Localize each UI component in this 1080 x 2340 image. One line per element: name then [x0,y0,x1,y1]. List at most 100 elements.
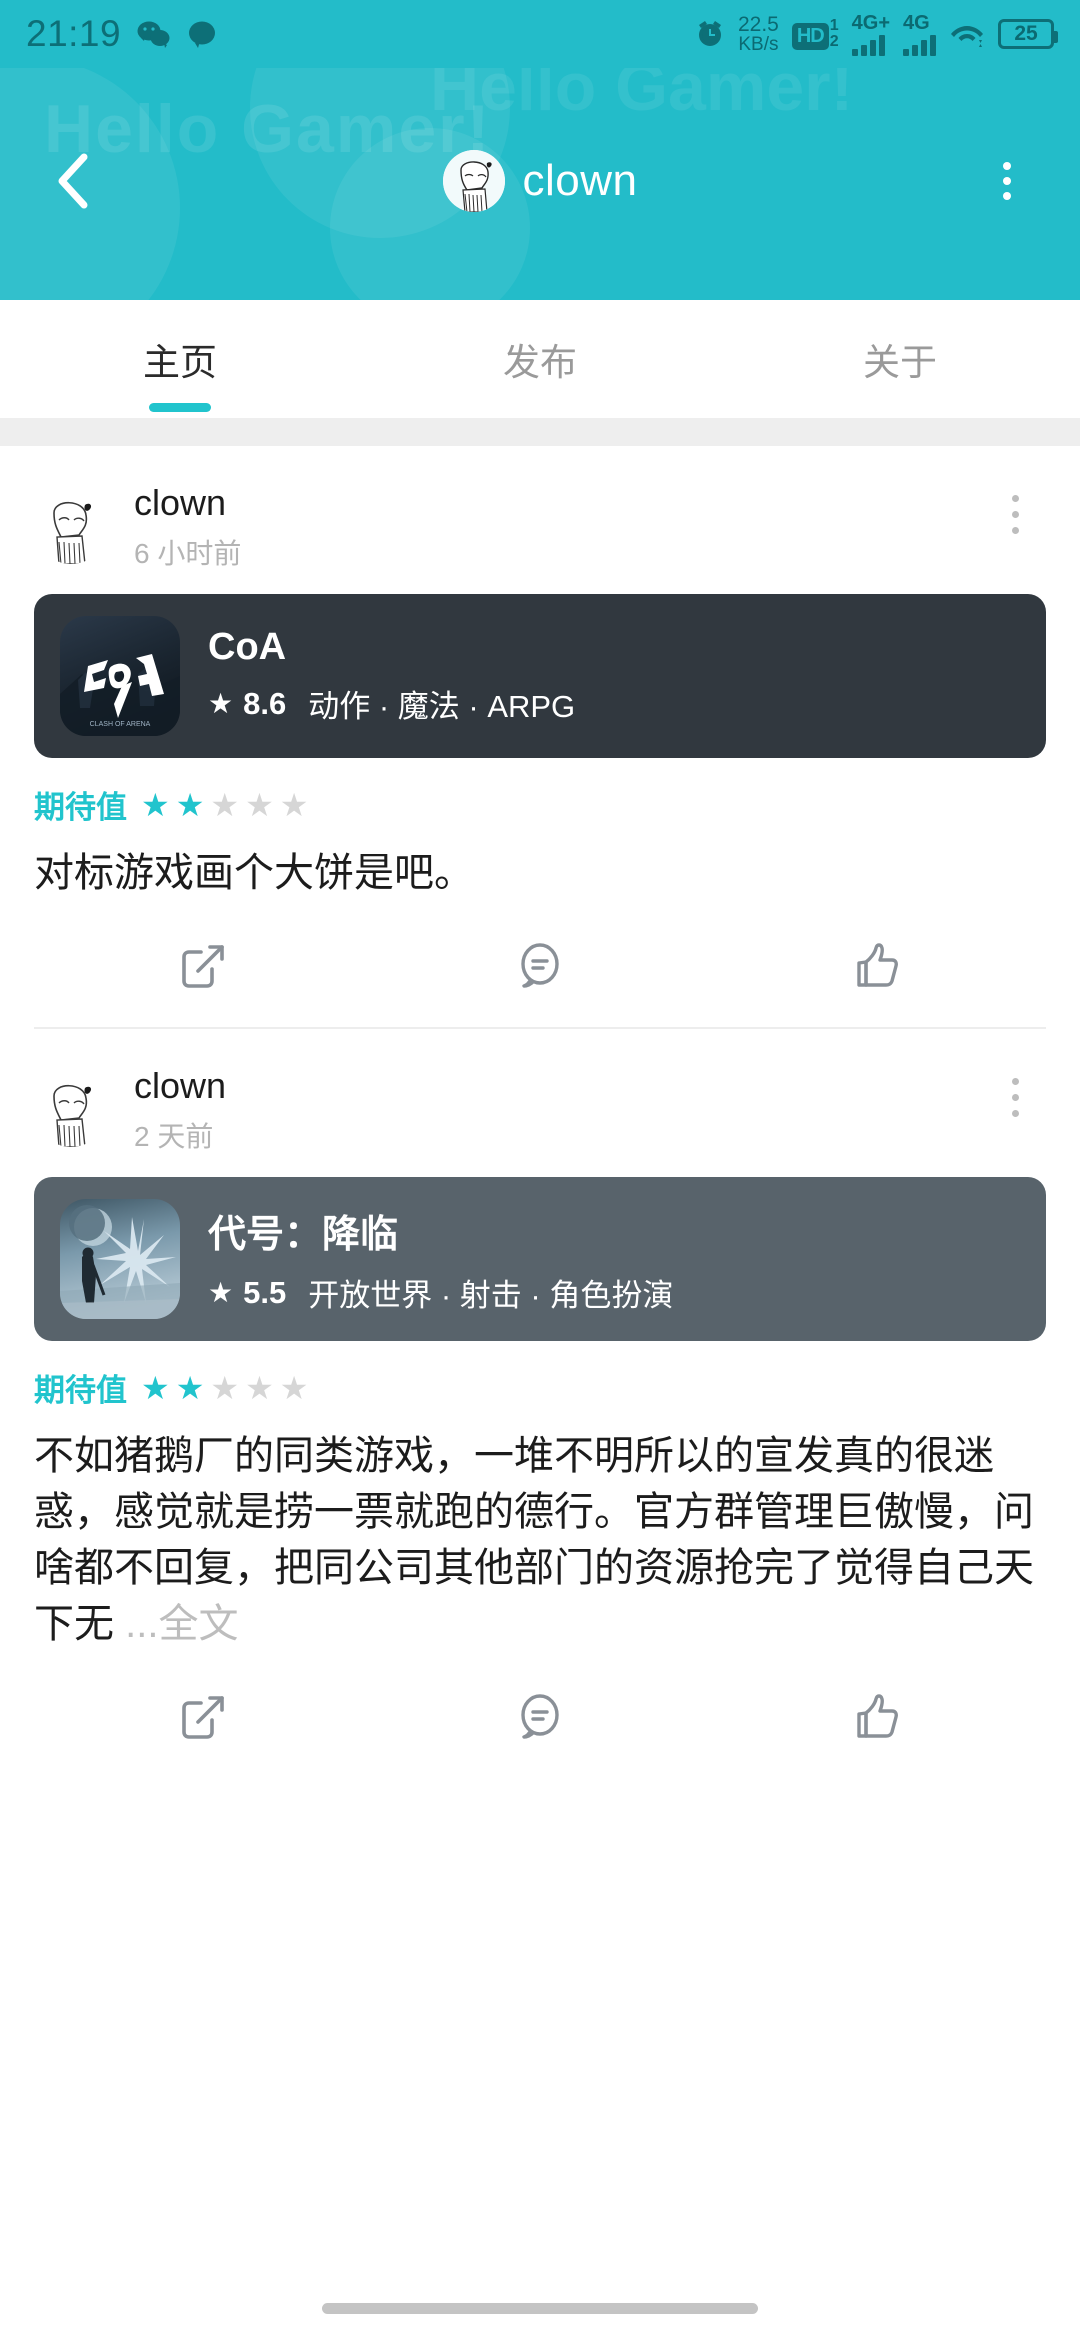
post-author-name: clown [134,1065,227,1106]
star-empty: ★ [279,786,309,823]
header-watermark-secondary: Hello Gamer! [430,68,854,125]
avatar-illustration [34,490,108,564]
wechat-icon [137,21,170,48]
network-speed-value: 22.5 [737,13,779,36]
game-tags: 开放世界 · 射击 · 角色扮演 [308,1278,674,1313]
post-timestamp: 6 小时前 [134,538,242,569]
back-chevron-icon [58,153,88,209]
game-score: 5.5 [243,1274,287,1310]
like-button[interactable] [709,1686,1046,1748]
like-icon [857,943,899,987]
overflow-menu-icon [1003,162,1011,170]
tab-posts-label: 发布 [503,342,577,383]
tab-home[interactable]: 主页 [0,300,360,418]
expectation-rating: 期待值 ★ ★ ★ ★ ★ [34,782,1046,827]
game-card[interactable]: CLASH OF ARENA CoA ★ 8.6 动作 · 魔法 · ARPG [34,594,1046,758]
game-title: 代号：降临 [208,1214,399,1256]
avatar[interactable] [34,490,108,564]
alarm-icon [698,21,721,46]
share-button[interactable] [34,935,371,997]
star-empty: ★ [245,1369,274,1406]
tab-posts[interactable]: 发布 [360,300,720,418]
back-button[interactable] [38,146,108,216]
post-item: clown 2 天前 代号：降临 ★ 5.5 开放世界 · 射击 · 角色扮演 … [0,1029,1080,1778]
tab-home-label: 主页 [143,342,217,383]
post-overflow-icon [1011,510,1019,518]
navigation-bar: clown [0,126,1080,236]
star-filled: ★ [175,786,205,823]
hd-voice-indicator: HD 1 2 [791,17,839,50]
game-subtitle: ★ 8.6 动作 · 魔法 · ARPG [208,681,575,726]
message-icon [189,21,216,48]
status-time: 21:19 [26,13,122,54]
share-icon [181,945,224,988]
hd-sup: 1 [829,17,839,34]
status-bar: 21:19 22.5 KB/s HD 1 2 4G+ 4G 25 [0,0,1080,68]
post-author-name: clown [134,482,227,523]
game-tags: 动作 · 魔法 · ARPG [308,689,576,724]
post-ellipsis: ... [125,1602,159,1646]
post-actions [34,1652,1046,1778]
post-header: clown 6 小时前 [34,446,1046,582]
sim1-label: 4G+ [851,11,890,34]
wifi-icon [951,26,983,47]
comment-button[interactable] [371,935,708,997]
network-speed: 22.5 KB/s [738,14,779,54]
star-empty: ★ [245,786,274,823]
network-speed-unit: KB/s [738,34,779,55]
post-feed: clown 6 小时前 CLASH OF ARENA CoA ★ 8.6 动作 … [0,446,1080,1778]
coa-game-icon: CLASH OF ARENA [60,616,180,736]
post-overflow-icon [1011,1093,1019,1101]
post-author-meta: clown 6 小时前 [134,482,241,572]
expectation-label: 期待值 [34,790,127,825]
post-body-wrapper: 不如猪鹅厂的同类游戏，一堆不明所以的宣发真的很迷惑，感觉就是捞一票就跑的德行。官… [34,1428,1046,1652]
expectation-rating: 期待值 ★ ★ ★ ★ ★ [34,1365,1046,1410]
game-card[interactable]: 代号：降临 ★ 5.5 开放世界 · 射击 · 角色扮演 [34,1177,1046,1341]
avatar[interactable] [34,1073,108,1147]
rating-star-icon: ★ [208,688,234,719]
tab-about[interactable]: 关于 [720,300,1080,418]
post-overflow-button[interactable] [990,484,1040,544]
comment-icon [521,1694,559,1739]
post-body: 对标游戏画个大饼是吧。 [34,851,474,895]
hd-badge: HD [791,23,829,50]
page-title: clown [522,156,638,205]
share-button[interactable] [34,1686,371,1748]
hd-sub: 2 [829,33,839,50]
avatar [442,150,505,212]
star-filled: ★ [141,786,170,823]
post-header: clown 2 天前 [34,1029,1046,1165]
game-info: 代号：降临 ★ 5.5 开放世界 · 射击 · 角色扮演 [208,1203,673,1315]
game-title: CoA [208,626,287,668]
section-separator [0,418,1080,446]
star-filled: ★ [141,1369,170,1406]
overflow-menu-button[interactable] [972,146,1042,216]
post-actions [34,901,1046,1027]
home-indicator[interactable] [322,2303,758,2314]
rating-star-icon: ★ [208,1277,234,1308]
sim2-bars [903,34,936,56]
status-bar-left: 21:19 [26,13,217,55]
post-overflow-icon [1011,494,1019,502]
tab-bar: 主页 发布 关于 [0,300,1080,418]
comment-button[interactable] [371,1686,708,1748]
game-info: CoA ★ 8.6 动作 · 魔法 · ARPG [208,626,575,726]
star-empty: ★ [210,1369,240,1406]
battery-level: 25 [1014,22,1038,45]
expectation-stars[interactable]: ★ ★ ★ ★ ★ [141,1372,308,1404]
post-overflow-icon [1011,526,1019,534]
header-identity: clown [0,150,1080,212]
game-score: 8.6 [243,685,287,721]
sim1-bars [851,34,885,56]
sim2-signal: 4G [903,13,936,56]
post-author-meta: clown 2 天前 [134,1065,226,1155]
overflow-menu-icon [1003,192,1011,200]
overflow-menu-icon [1003,177,1011,185]
sim2-label: 4G [903,11,930,34]
like-button[interactable] [709,935,1046,997]
like-icon [857,1694,899,1738]
expand-full-text-link[interactable]: 全文 [158,1602,238,1646]
star-empty: ★ [279,1369,309,1406]
expectation-stars[interactable]: ★ ★ ★ ★ ★ [141,789,308,821]
post-overflow-button[interactable] [990,1067,1040,1127]
